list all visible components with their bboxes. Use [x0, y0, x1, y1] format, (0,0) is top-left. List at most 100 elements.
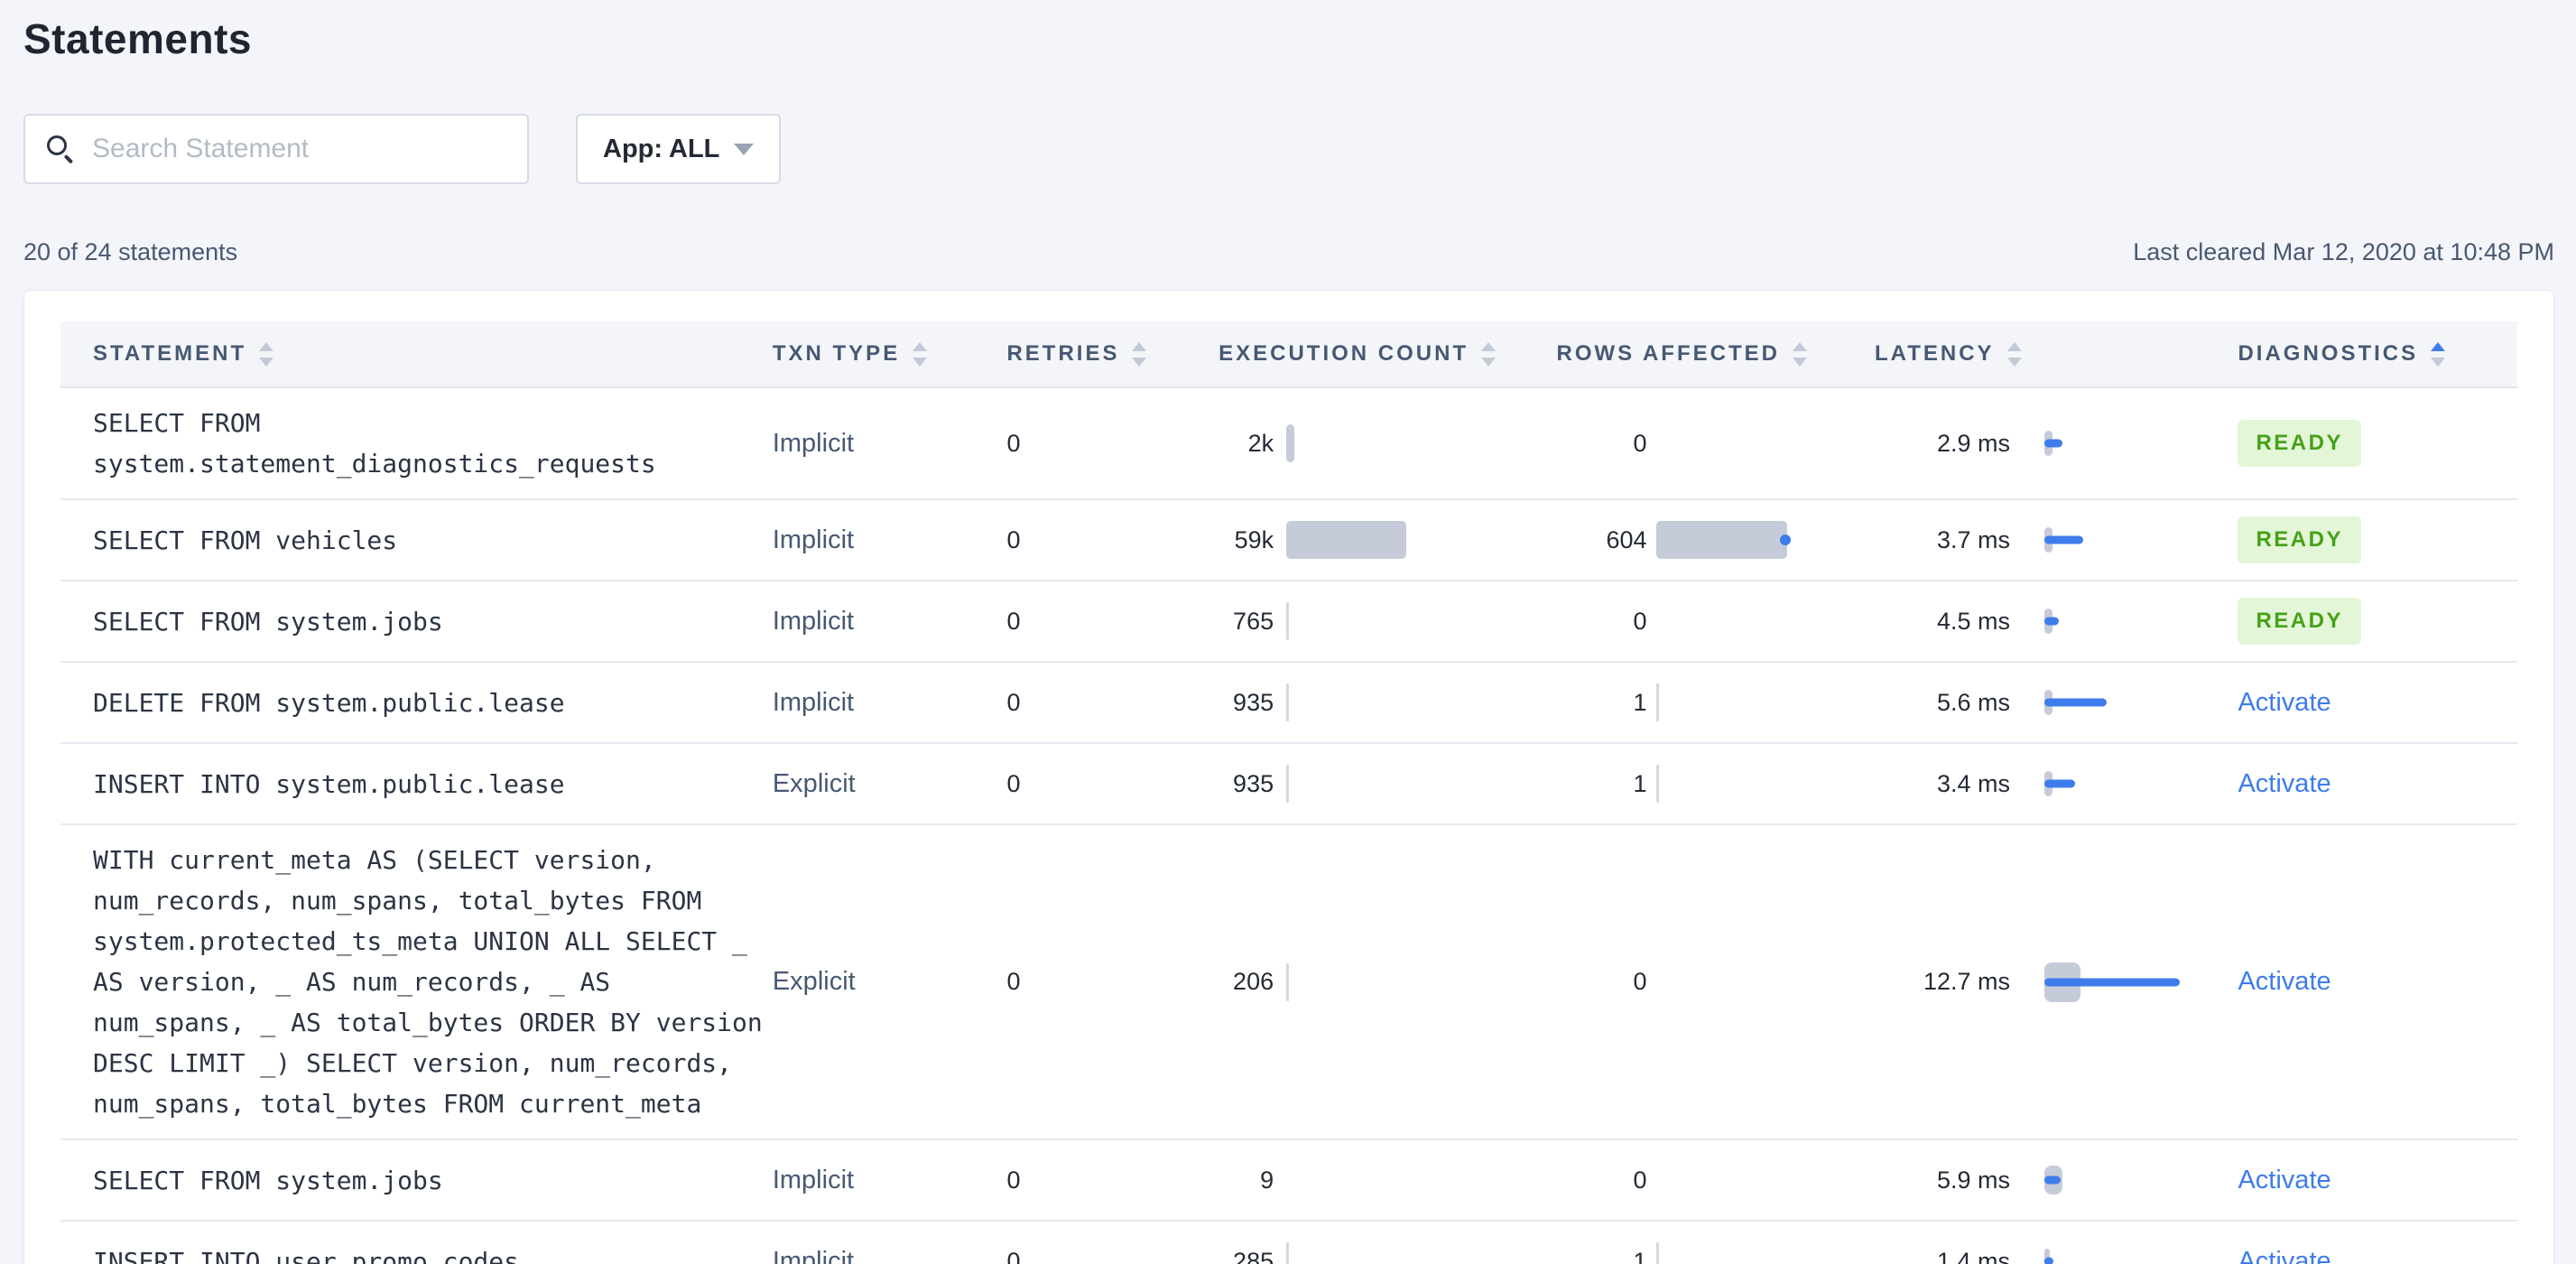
rows-affected-bar	[1655, 521, 1787, 559]
statement-link[interactable]: SELECT FROM system.jobs	[93, 1160, 773, 1201]
execution-count-value: 285	[1233, 1247, 1274, 1264]
column-header-txn-type[interactable]: Txn Type	[773, 341, 995, 367]
table-row: INSERT INTO user_promo_codes Implicit 0 …	[60, 1222, 2517, 1264]
rows-affected-bar	[1655, 765, 1659, 803]
rows-affected-value: 0	[1633, 429, 1647, 457]
rows-affected-mean-dot	[1779, 534, 1791, 545]
sort-arrows-icon	[1481, 341, 1496, 367]
statement-link[interactable]: INSERT INTO system.public.lease	[93, 764, 773, 804]
latency-bar-chart	[2044, 1241, 2189, 1264]
latency-bar-chart	[2044, 423, 2189, 464]
latency-value: 2.9 ms	[1936, 429, 2010, 457]
diagnostics-action[interactable]: Activate	[2238, 1166, 2330, 1195]
latency-mean-bar	[2044, 698, 2107, 707]
execution-count-bar	[1286, 602, 1290, 640]
statement-link[interactable]: DELETE FROM system.public.lease	[93, 683, 773, 723]
txn-type-value: Implicit	[772, 1246, 855, 1264]
sort-arrows-icon	[1792, 341, 1807, 367]
table-row: SELECT FROM system.statement_diagnostics…	[60, 388, 2517, 500]
txn-type-value: Implicit	[772, 687, 855, 717]
table-row: SELECT FROM system.jobs Implicit 0 9 0 5…	[60, 1140, 2517, 1222]
app-filter-label: App: ALL	[603, 134, 720, 163]
latency-value: 3.7 ms	[1936, 525, 2010, 553]
execution-count-value: 765	[1233, 607, 1274, 635]
latency-mean-bar	[2044, 779, 2075, 788]
statement-count: 20 of 24 statements	[23, 238, 238, 265]
table-row: SELECT FROM system.jobs Implicit 0 765 0…	[60, 581, 2517, 663]
rows-affected-value: 1	[1633, 688, 1647, 716]
search-box[interactable]	[23, 114, 529, 184]
latency-bar-chart	[2044, 682, 2189, 723]
latency-bar-chart	[2044, 519, 2189, 561]
rows-affected-value: 0	[1633, 1166, 1647, 1194]
statements-table-card: Statement Txn Type Retries Execution Cou…	[23, 290, 2554, 1264]
column-header-latency[interactable]: Latency	[1875, 341, 2192, 367]
rows-affected-value: 0	[1633, 607, 1647, 635]
latency-value: 5.9 ms	[1936, 1166, 2010, 1194]
rows-affected-bar	[1655, 1242, 1659, 1264]
sort-arrows-icon	[1132, 341, 1147, 367]
retries-value: 0	[1006, 1166, 1021, 1194]
column-header-execution-count[interactable]: Execution Count	[1219, 341, 1556, 367]
execution-count-value: 935	[1233, 688, 1274, 716]
column-header-retries[interactable]: Retries	[994, 341, 1219, 367]
execution-count-value: 9	[1260, 1166, 1274, 1194]
latency-bar-chart	[2044, 600, 2189, 642]
txn-type-value: Implicit	[772, 1165, 855, 1194]
execution-count-bar	[1286, 424, 1295, 462]
txn-type-value: Implicit	[772, 428, 855, 458]
page-title: Statements	[23, 15, 252, 62]
retries-value: 0	[1006, 769, 1021, 797]
latency-value: 12.7 ms	[1923, 968, 2010, 995]
toolbar: App: ALL	[23, 114, 2554, 184]
latency-bar-chart	[2044, 1159, 2189, 1201]
statement-link[interactable]: SELECT FROM vehicles	[93, 520, 773, 561]
retries-value: 0	[1006, 607, 1021, 635]
statement-link[interactable]: SELECT FROM system.jobs	[93, 601, 773, 642]
retries-value: 0	[1006, 688, 1021, 716]
statement-link[interactable]: INSERT INTO user_promo_codes	[93, 1241, 773, 1264]
txn-type-value: Explicit	[772, 967, 856, 996]
diagnostics-action[interactable]: Activate	[2238, 688, 2330, 718]
sort-arrows-icon-active	[2431, 341, 2446, 367]
sort-arrows-icon	[913, 341, 928, 367]
diagnostics-action[interactable]: Activate	[2238, 967, 2330, 997]
column-header-statement[interactable]: Statement	[60, 341, 773, 367]
execution-count-value: 2k	[1247, 429, 1274, 457]
execution-count-bar	[1286, 521, 1407, 559]
diagnostics-action[interactable]: READY	[2238, 516, 2361, 563]
retries-value: 0	[1006, 525, 1021, 553]
latency-mean-bar	[2044, 978, 2180, 986]
txn-type-value: Implicit	[772, 606, 855, 636]
diagnostics-action[interactable]: Activate	[2238, 769, 2330, 799]
latency-bar-chart	[2044, 763, 2189, 804]
app-filter-dropdown[interactable]: App: ALL	[576, 114, 782, 184]
statements-page: Statements App: ALL 20 of 24 statements …	[0, 0, 2576, 1264]
table-header-row: Statement Txn Type Retries Execution Cou…	[60, 321, 2517, 388]
txn-type-value: Explicit	[772, 768, 856, 798]
txn-type-value: Implicit	[772, 525, 855, 554]
statement-link[interactable]: WITH current_meta AS (SELECT version, nu…	[93, 840, 773, 1124]
column-header-rows-affected[interactable]: Rows Affected	[1557, 341, 1875, 367]
latency-bar-chart	[2044, 962, 2189, 1003]
execution-count-value: 206	[1233, 968, 1274, 995]
table-body: SELECT FROM system.statement_diagnostics…	[60, 388, 2517, 1264]
diagnostics-action[interactable]: Activate	[2238, 1247, 2330, 1264]
latency-mean-bar	[2044, 1257, 2053, 1264]
diagnostics-action[interactable]: READY	[2238, 598, 2361, 645]
execution-count-value: 935	[1233, 769, 1274, 797]
retries-value: 0	[1006, 1247, 1021, 1264]
rows-affected-value: 1	[1633, 1247, 1647, 1264]
table-row: WITH current_meta AS (SELECT version, nu…	[60, 825, 2517, 1140]
last-cleared-text: Last cleared Mar 12, 2020 at 10:48 PM	[2133, 238, 2554, 265]
table-row: SELECT FROM vehicles Implicit 0 59k 604 …	[60, 500, 2517, 581]
latency-value: 3.4 ms	[1936, 769, 2010, 797]
latency-value: 5.6 ms	[1936, 688, 2010, 716]
search-input[interactable]	[92, 134, 509, 164]
sort-arrows-icon	[259, 341, 274, 367]
statement-link[interactable]: SELECT FROM system.statement_diagnostics…	[93, 403, 773, 484]
column-header-diagnostics[interactable]: Diagnostics	[2192, 341, 2517, 367]
diagnostics-action[interactable]: READY	[2238, 420, 2361, 467]
latency-value: 4.5 ms	[1936, 607, 2010, 635]
sort-arrows-icon	[2006, 341, 2022, 367]
